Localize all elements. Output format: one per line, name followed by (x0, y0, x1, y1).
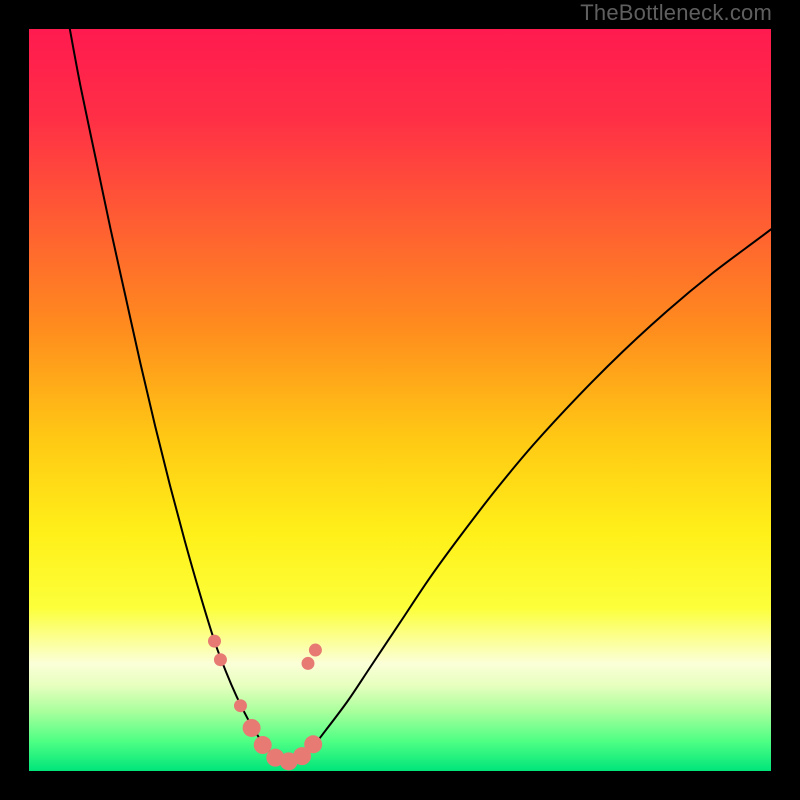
marker-point (214, 653, 227, 666)
marker-point (301, 657, 314, 670)
series-right-curve (296, 229, 771, 761)
watermark-text: TheBottleneck.com (580, 0, 772, 26)
marker-point (208, 635, 221, 648)
plot-area (29, 29, 771, 771)
series-left-curve (70, 29, 281, 761)
marker-point (243, 719, 261, 737)
marker-point (304, 735, 322, 753)
curve-layer (29, 29, 771, 771)
chart-frame (29, 29, 771, 771)
marker-point (234, 699, 247, 712)
marker-point (309, 644, 322, 657)
